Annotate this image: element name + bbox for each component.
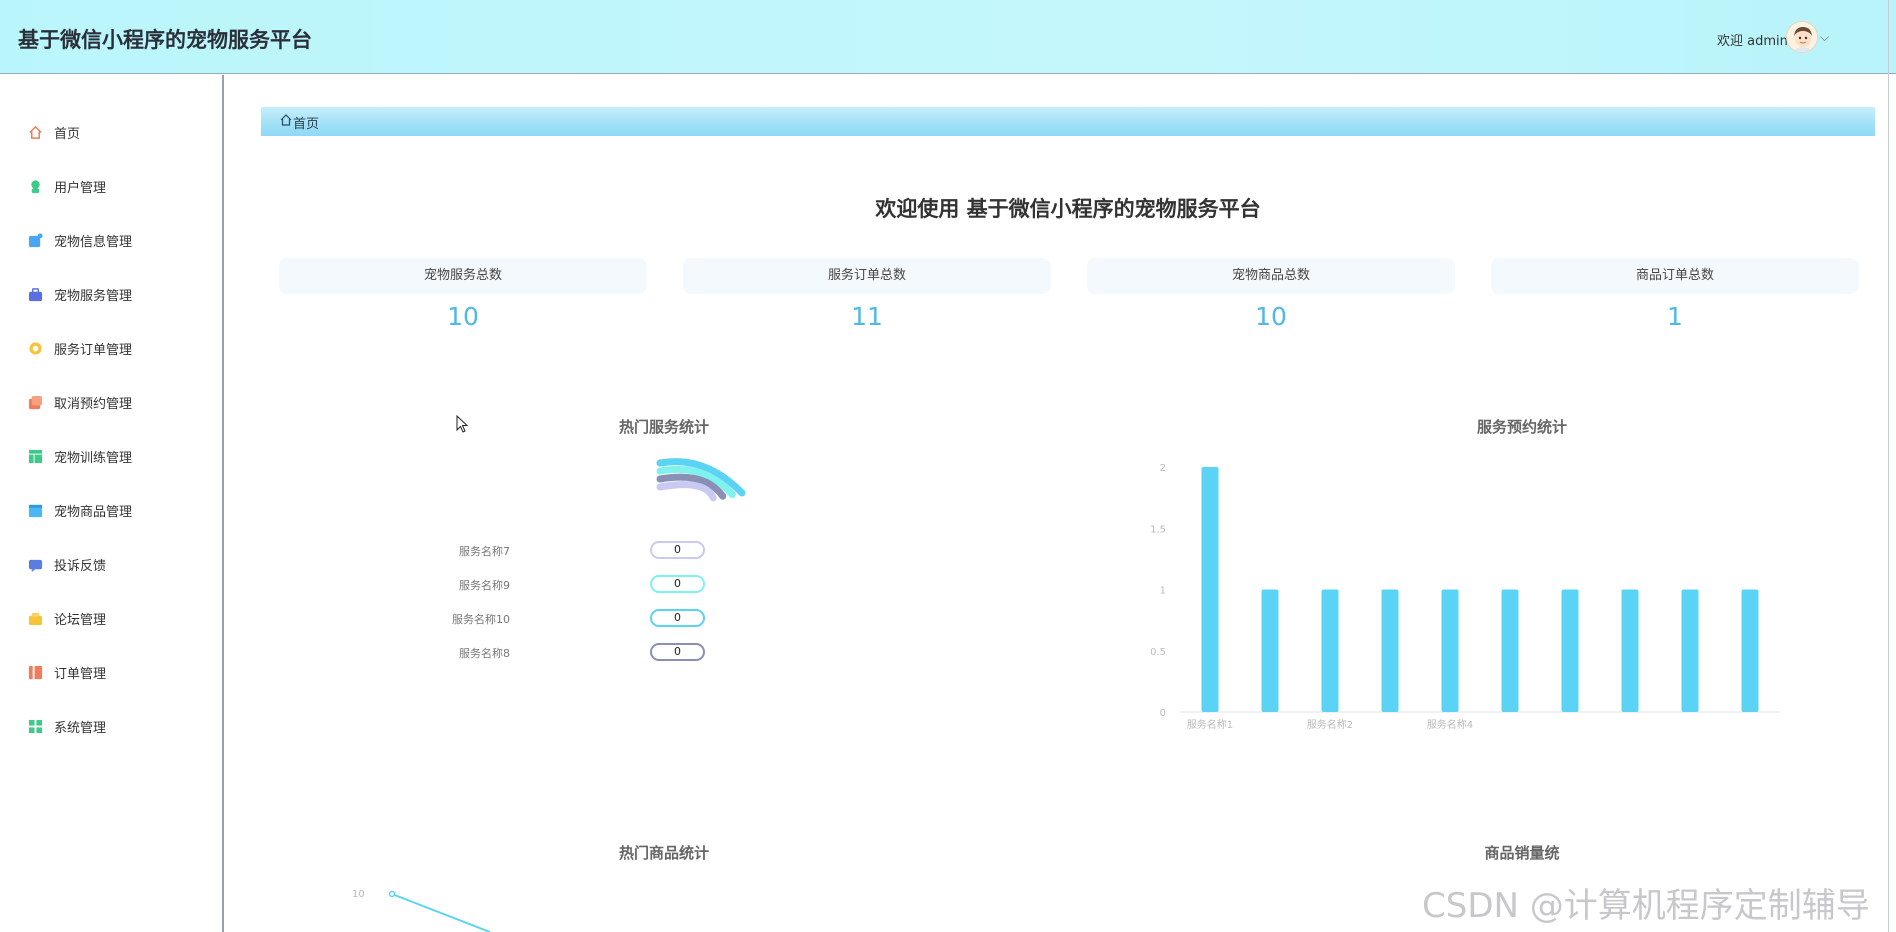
y-tick-label: 0.5 (1150, 647, 1166, 658)
sidebar-item-label: 服务订单管理 (54, 342, 133, 358)
sidebar-item-feedback[interactable]: 投诉反馈 (28, 552, 106, 576)
data-point (388, 890, 396, 898)
sidebar-item-users[interactable]: 用户管理 (28, 174, 106, 198)
sidebar-item-pet-info[interactable]: 宠物信息管理 (28, 228, 132, 252)
avatar[interactable] (1786, 21, 1818, 53)
y-tick-label: 1.5 (1150, 524, 1166, 535)
user-icon (31, 179, 40, 193)
avatar-icon (1787, 22, 1817, 52)
cancel-booking-icon (28, 395, 43, 409)
page-title: 欢迎使用 基于微信小程序的宠物服务平台 (875, 197, 1261, 221)
chart-title-service-booking: 服务预约统计 (1476, 418, 1567, 436)
mouse-cursor-icon (456, 415, 469, 433)
stat-card-service-orders: 服务订单总数 11 (683, 258, 1051, 338)
feedback-icon (28, 559, 43, 572)
sidebar-item-pet-service[interactable]: 宠物服务管理 (28, 282, 132, 306)
sidebar-item-system[interactable]: 系统管理 (28, 714, 106, 738)
sidebar-item-home[interactable]: 首页 (28, 120, 80, 144)
bar (1561, 589, 1579, 712)
gauge-arc (656, 481, 717, 502)
stat-card-pet-products: 宠物商品总数 10 (1087, 258, 1455, 338)
y-tick-label: 0 (1160, 708, 1166, 719)
y-tick-label: 2 (1160, 463, 1166, 474)
service-booking-bar-chart: 0 0.5 1 1.5 2 服务名称1 服务名称2 服务名称4 (1150, 463, 1780, 731)
pet-service-icon (28, 287, 43, 301)
sidebar-item-label: 宠物商品管理 (54, 504, 133, 520)
breadcrumb-home-link[interactable]: 首页 (293, 113, 319, 132)
series-line (391, 893, 491, 932)
gauge-value: 0 (650, 575, 705, 593)
chart-title-product-sales: 商品销量统 (1484, 844, 1560, 862)
bar (1621, 589, 1639, 712)
sidebar-item-label: 宠物信息管理 (54, 234, 133, 250)
sidebar-item-label: 宠物训练管理 (54, 450, 133, 466)
sidebar-item-cancel-booking[interactable]: 取消预约管理 (28, 390, 132, 414)
product-icon (28, 504, 43, 517)
hot-products-line-chart: 10 (352, 889, 491, 932)
bar (1381, 589, 1399, 712)
sidebar-item-products[interactable]: 宠物商品管理 (28, 498, 132, 522)
stat-title: 宠物商品总数 (1087, 258, 1455, 294)
stat-value: 1 (1667, 302, 1683, 331)
sidebar-item-label: 论坛管理 (54, 612, 107, 628)
gauge-series-label: 服务名称9 (459, 579, 510, 592)
sidebar-item-service-orders[interactable]: 服务订单管理 (28, 336, 132, 360)
stat-title: 商品订单总数 (1491, 258, 1859, 294)
training-icon (28, 449, 43, 463)
order-icon (28, 665, 43, 679)
chevron-down-icon[interactable]: ⌵ (1820, 30, 1829, 45)
sidebar-item-orders[interactable]: 订单管理 (28, 660, 106, 684)
app-title: 基于微信小程序的宠物服务平台 (18, 28, 312, 52)
gauge-value: 0 (650, 643, 705, 661)
sidebar: 首页 用户管理 宠物信息管理 宠物服务管理 服务订单管理 取消预约管理 宠物训练… (0, 75, 224, 932)
gauge-value: 0 (650, 609, 705, 627)
bar (1441, 589, 1459, 712)
y-tick-label: 1 (1160, 586, 1166, 597)
home-icon[interactable] (280, 114, 292, 126)
gauge-arcs (656, 458, 746, 502)
x-tick-label: 服务名称4 (1427, 718, 1473, 731)
stat-value: 10 (1255, 302, 1287, 331)
home-icon (29, 125, 42, 139)
system-icon (28, 719, 43, 733)
sidebar-item-label: 取消预约管理 (54, 396, 133, 412)
stat-card-pet-services: 宠物服务总数 10 (279, 258, 647, 338)
top-header: 基于微信小程序的宠物服务平台 欢迎 admin ⌵ (0, 0, 1896, 74)
stat-card-product-orders: 商品订单总数 1 (1491, 258, 1859, 338)
bar (1741, 589, 1759, 712)
sidebar-item-label: 用户管理 (54, 180, 107, 196)
sidebar-item-label: 系统管理 (54, 720, 107, 736)
sidebar-item-label: 宠物服务管理 (54, 288, 133, 304)
stat-value: 11 (851, 302, 883, 331)
bar (1501, 589, 1519, 712)
bar (1261, 589, 1279, 712)
csdn-watermark: CSDN @计算机程序定制辅导 (1422, 886, 1870, 926)
bar (1321, 589, 1339, 712)
gauge-series-label: 服务名称7 (459, 545, 510, 558)
gauge-series-label: 服务名称10 (452, 613, 510, 626)
y-tick-label: 10 (352, 889, 365, 900)
sidebar-item-label: 投诉反馈 (54, 558, 107, 574)
bar (1681, 589, 1699, 712)
bar (1201, 467, 1219, 712)
welcome-text: 欢迎 admin (1717, 34, 1788, 49)
stat-value: 10 (447, 302, 479, 331)
chart-title-hot-products: 热门商品统计 (618, 844, 709, 862)
sidebar-item-forum[interactable]: 论坛管理 (28, 606, 106, 630)
sidebar-item-label: 订单管理 (54, 666, 107, 682)
service-order-icon (29, 341, 42, 355)
x-tick-label: 服务名称2 (1307, 718, 1353, 731)
pet-info-icon (28, 232, 43, 247)
window-edge (1888, 0, 1889, 932)
forum-icon (28, 612, 43, 625)
sidebar-item-training[interactable]: 宠物训练管理 (28, 444, 132, 468)
gauge-value: 0 (650, 541, 705, 559)
chart-title-hot-services: 热门服务统计 (618, 418, 709, 436)
stat-title: 宠物服务总数 (279, 258, 647, 294)
x-tick-label: 服务名称1 (1187, 718, 1233, 731)
sidebar-item-label: 首页 (54, 126, 81, 142)
breadcrumb: 首页 (261, 107, 1875, 136)
stat-title: 服务订单总数 (683, 258, 1051, 294)
gauge-series-label: 服务名称8 (459, 647, 510, 660)
